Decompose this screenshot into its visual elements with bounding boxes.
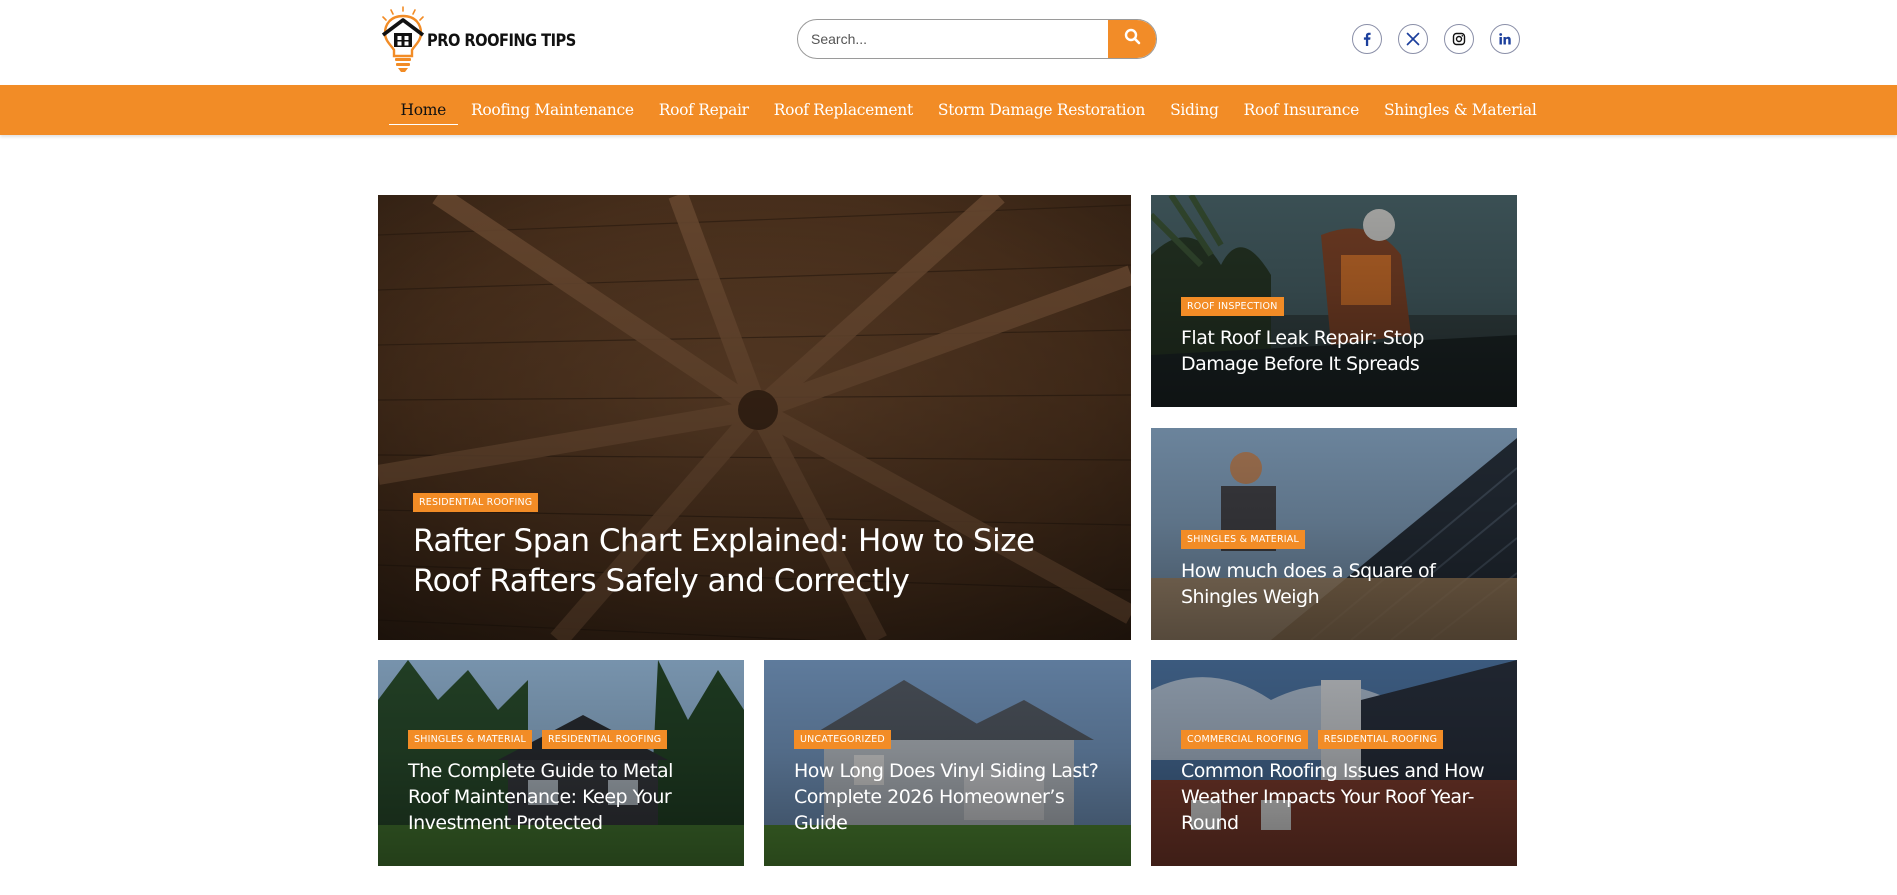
nav-item-roof-insurance[interactable]: Roof Insurance	[1231, 85, 1371, 135]
post-content: RESIDENTIAL ROOFING Rafter Span Chart Ex…	[413, 493, 1103, 601]
category-tag[interactable]: ROOF INSPECTION	[1181, 297, 1284, 316]
instagram-icon[interactable]	[1444, 24, 1474, 54]
nav-item-home[interactable]: Home	[388, 85, 459, 135]
category-tag[interactable]: SHINGLES & MATERIAL	[1181, 530, 1305, 549]
search-bar	[797, 19, 1157, 59]
post-content: SHINGLES & MATERIAL RESIDENTIAL ROOFING …	[408, 730, 716, 836]
facebook-icon[interactable]	[1352, 24, 1382, 54]
post-tags: SHINGLES & MATERIAL RESIDENTIAL ROOFING	[408, 730, 716, 749]
post-card[interactable]: SHINGLES & MATERIAL How much does a Squa…	[1151, 428, 1517, 640]
search-icon	[1124, 28, 1141, 50]
site-logo[interactable]: PRO ROOFING TIPS	[377, 4, 576, 74]
post-title[interactable]: Flat Roof Leak Repair: Stop Damage Befor…	[1181, 325, 1489, 377]
nav-item-roof-repair[interactable]: Roof Repair	[646, 85, 761, 135]
nav-item-roof-replacement[interactable]: Roof Replacement	[761, 85, 925, 135]
search-input[interactable]	[798, 20, 1108, 58]
post-content: SHINGLES & MATERIAL How much does a Squa…	[1181, 530, 1489, 610]
category-tag[interactable]: RESIDENTIAL ROOFING	[413, 493, 539, 512]
post-title[interactable]: Rafter Span Chart Explained: How to Size…	[413, 521, 1103, 601]
nav-item-roofing-maintenance[interactable]: Roofing Maintenance	[459, 85, 647, 135]
post-tags: UNCATEGORIZED	[794, 730, 1103, 749]
post-content: UNCATEGORIZED How Long Does Vinyl Siding…	[794, 730, 1103, 836]
lightbulb-house-icon	[377, 4, 429, 74]
nav-item-siding[interactable]: Siding	[1158, 85, 1232, 135]
site-header: PRO ROOFING TIPS	[0, 0, 1897, 85]
nav-item-shingles-material[interactable]: Shingles & Material	[1371, 85, 1549, 135]
post-tags: ROOF INSPECTION	[1181, 297, 1489, 316]
post-content: COMMERCIAL ROOFING RESIDENTIAL ROOFING C…	[1181, 730, 1489, 836]
post-title[interactable]: How much does a Square of Shingles Weigh	[1181, 558, 1489, 610]
post-card[interactable]: ROOF INSPECTION Flat Roof Leak Repair: S…	[1151, 195, 1517, 407]
category-tag[interactable]: UNCATEGORIZED	[794, 730, 891, 749]
featured-post-card[interactable]: RESIDENTIAL ROOFING Rafter Span Chart Ex…	[378, 195, 1131, 640]
post-tags: COMMERCIAL ROOFING RESIDENTIAL ROOFING	[1181, 730, 1489, 749]
category-tag[interactable]: RESIDENTIAL ROOFING	[1317, 730, 1444, 749]
post-title[interactable]: Common Roofing Issues and How Weather Im…	[1181, 758, 1489, 836]
post-card[interactable]: SHINGLES & MATERIAL RESIDENTIAL ROOFING …	[378, 660, 744, 866]
linkedin-icon[interactable]	[1490, 24, 1520, 54]
category-tag[interactable]: COMMERCIAL ROOFING	[1181, 730, 1308, 749]
post-content: ROOF INSPECTION Flat Roof Leak Repair: S…	[1181, 297, 1489, 377]
x-twitter-icon[interactable]	[1398, 24, 1428, 54]
post-tags: RESIDENTIAL ROOFING	[413, 493, 1103, 512]
main-navigation: Home Roofing Maintenance Roof Repair Roo…	[0, 85, 1897, 135]
post-title[interactable]: How Long Does Vinyl Siding Last? Complet…	[794, 758, 1103, 836]
category-tag[interactable]: SHINGLES & MATERIAL	[408, 730, 532, 749]
nav-item-storm-damage-restoration[interactable]: Storm Damage Restoration	[925, 85, 1157, 135]
category-tag[interactable]: RESIDENTIAL ROOFING	[541, 730, 668, 749]
social-links	[1352, 24, 1520, 54]
post-tags: SHINGLES & MATERIAL	[1181, 530, 1489, 549]
post-card[interactable]: COMMERCIAL ROOFING RESIDENTIAL ROOFING C…	[1151, 660, 1517, 866]
post-card[interactable]: UNCATEGORIZED How Long Does Vinyl Siding…	[764, 660, 1131, 866]
post-title[interactable]: The Complete Guide to Metal Roof Mainten…	[408, 758, 716, 836]
search-button[interactable]	[1108, 20, 1156, 58]
logo-text: PRO ROOFING TIPS	[427, 31, 576, 51]
